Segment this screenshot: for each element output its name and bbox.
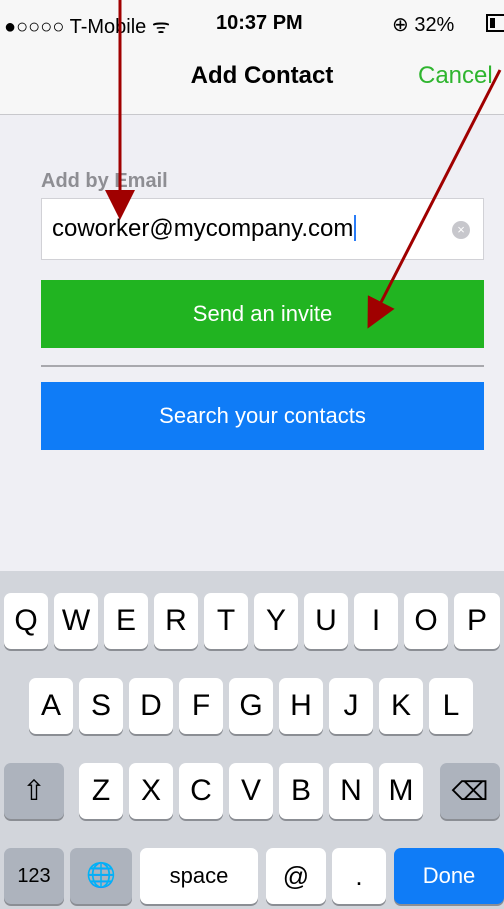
done-key[interactable]: Done [394,848,504,904]
key-b[interactable]: B [279,763,323,819]
status-time: 10:37 PM [216,12,303,34]
key-o[interactable]: O [404,593,448,649]
search-contacts-button[interactable]: Search your contacts [41,382,484,450]
key-d[interactable]: D [129,678,173,734]
key-m[interactable]: M [379,763,423,819]
delete-key-icon[interactable]: ⌫ [440,763,500,819]
key-x[interactable]: X [129,763,173,819]
key-l[interactable]: L [429,678,473,734]
key-t[interactable]: T [204,593,248,649]
divider [41,365,484,367]
email-field[interactable]: coworker@mycompany.com × [41,198,484,260]
key-p[interactable]: P [454,593,500,649]
key-h[interactable]: H [279,678,323,734]
email-value[interactable]: coworker@mycompany.com [52,215,357,243]
battery-percentage: ⊕ 32% [392,14,455,36]
add-by-email-label: Add by Email [41,170,168,192]
cancel-button[interactable]: Cancel [418,62,493,90]
key-y[interactable]: Y [254,593,298,649]
globe-key-icon[interactable]: 🌐 [70,848,132,904]
dot-key[interactable]: . [332,848,386,904]
key-g[interactable]: G [229,678,273,734]
key-a[interactable]: A [29,678,73,734]
key-f[interactable]: F [179,678,223,734]
key-w[interactable]: W [54,593,98,649]
key-i[interactable]: I [354,593,398,649]
clear-text-icon[interactable]: × [452,221,470,239]
key-k[interactable]: K [379,678,423,734]
key-z[interactable]: Z [79,763,123,819]
keyboard: Q W E R T Y U I O P A S D F G H J K L ⇧ … [0,571,504,909]
shift-key-icon[interactable]: ⇧ [4,763,64,819]
add-contact-screen: ●○○○○ T-Mobile ᯤ 10:37 PM ⊕ 32% Add Cont… [0,0,504,909]
key-v[interactable]: V [229,763,273,819]
status-bar: ●○○○○ T-Mobile ᯤ 10:37 PM ⊕ 32% [0,0,504,50]
at-key[interactable]: @ [266,848,326,904]
key-u[interactable]: U [304,593,348,649]
battery-icon [486,14,504,32]
key-s[interactable]: S [79,678,123,734]
key-j[interactable]: J [329,678,373,734]
send-invite-button[interactable]: Send an invite [41,280,484,348]
numbers-key[interactable]: 123 [4,848,64,904]
key-c[interactable]: C [179,763,223,819]
top-bar: ●○○○○ T-Mobile ᯤ 10:37 PM ⊕ 32% Add Cont… [0,0,504,115]
space-key[interactable]: space [140,848,258,904]
carrier-signal: ●○○○○ T-Mobile ᯤ [4,16,171,38]
key-q[interactable]: Q [4,593,48,649]
key-r[interactable]: R [154,593,198,649]
key-e[interactable]: E [104,593,148,649]
key-n[interactable]: N [329,763,373,819]
text-caret [354,215,357,241]
